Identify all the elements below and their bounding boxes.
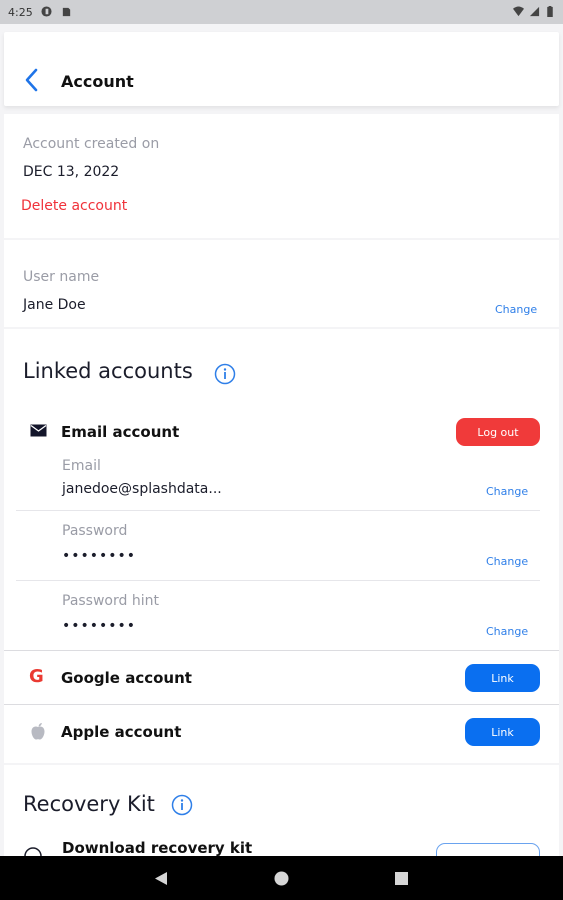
password-hint-label: Password hint [62, 593, 159, 609]
divider [16, 580, 540, 581]
app-bar: Account [4, 32, 559, 106]
email-account-title: Email account [61, 423, 180, 441]
page-title: Account [61, 72, 134, 91]
info-icon[interactable] [171, 794, 193, 816]
back-chevron-icon[interactable] [24, 67, 40, 93]
password-value: •••••••• [62, 548, 137, 564]
status-bar: 4:25 [0, 0, 563, 24]
wifi-icon [513, 6, 524, 17]
logout-button[interactable]: Log out [456, 418, 540, 446]
divider [4, 650, 559, 651]
account-created-label: Account created on [23, 136, 160, 152]
sd-card-icon [62, 7, 71, 17]
username-change-link[interactable]: Change [495, 303, 537, 316]
download-button[interactable] [436, 843, 540, 856]
email-value: janedoe@splashdata... [62, 481, 222, 497]
nav-recents-icon[interactable] [395, 872, 408, 885]
google-account-title: Google account [61, 669, 192, 687]
email-label: Email [62, 458, 101, 474]
username-card: User name Jane Doe Change [4, 240, 559, 327]
password-label: Password [62, 523, 128, 539]
mail-icon [30, 424, 47, 437]
download-recovery-kit-label: Download recovery kit [62, 839, 253, 856]
account-info-card: Account created on DEC 13, 2022 Delete a… [4, 114, 559, 238]
password-change-link[interactable]: Change [486, 555, 528, 568]
apple-link-button[interactable]: Link [465, 718, 540, 746]
divider [4, 704, 559, 705]
system-nav-bar [0, 856, 563, 900]
nav-home-icon[interactable] [274, 871, 289, 886]
google-icon: G [29, 666, 44, 687]
account-created-value: DEC 13, 2022 [23, 164, 120, 180]
apple-icon [31, 723, 45, 740]
password-hint-value: •••••••• [62, 618, 137, 634]
status-time: 4:25 [8, 6, 33, 19]
info-icon[interactable] [214, 363, 236, 385]
password-hint-change-link[interactable]: Change [486, 625, 528, 638]
battery-icon [547, 6, 553, 17]
notification-icon [41, 6, 52, 17]
divider [16, 510, 540, 511]
google-link-button[interactable]: Link [465, 664, 540, 692]
nav-back-icon[interactable] [154, 871, 168, 886]
apple-account-title: Apple account [61, 723, 182, 741]
recovery-kit-card: Recovery Kit Download recovery kit [4, 765, 559, 856]
linked-accounts-card: Linked accounts Email account Log out Em… [4, 329, 559, 763]
delete-account-link[interactable]: Delete account [21, 198, 127, 214]
linked-accounts-heading: Linked accounts [23, 359, 193, 383]
email-change-link[interactable]: Change [486, 485, 528, 498]
recovery-kit-heading: Recovery Kit [23, 792, 155, 816]
download-icon [24, 847, 42, 856]
signal-icon [529, 6, 540, 17]
account-screen: Account Account created on DEC 13, 2022 … [0, 24, 563, 856]
username-label: User name [23, 269, 100, 285]
username-value: Jane Doe [23, 297, 86, 313]
